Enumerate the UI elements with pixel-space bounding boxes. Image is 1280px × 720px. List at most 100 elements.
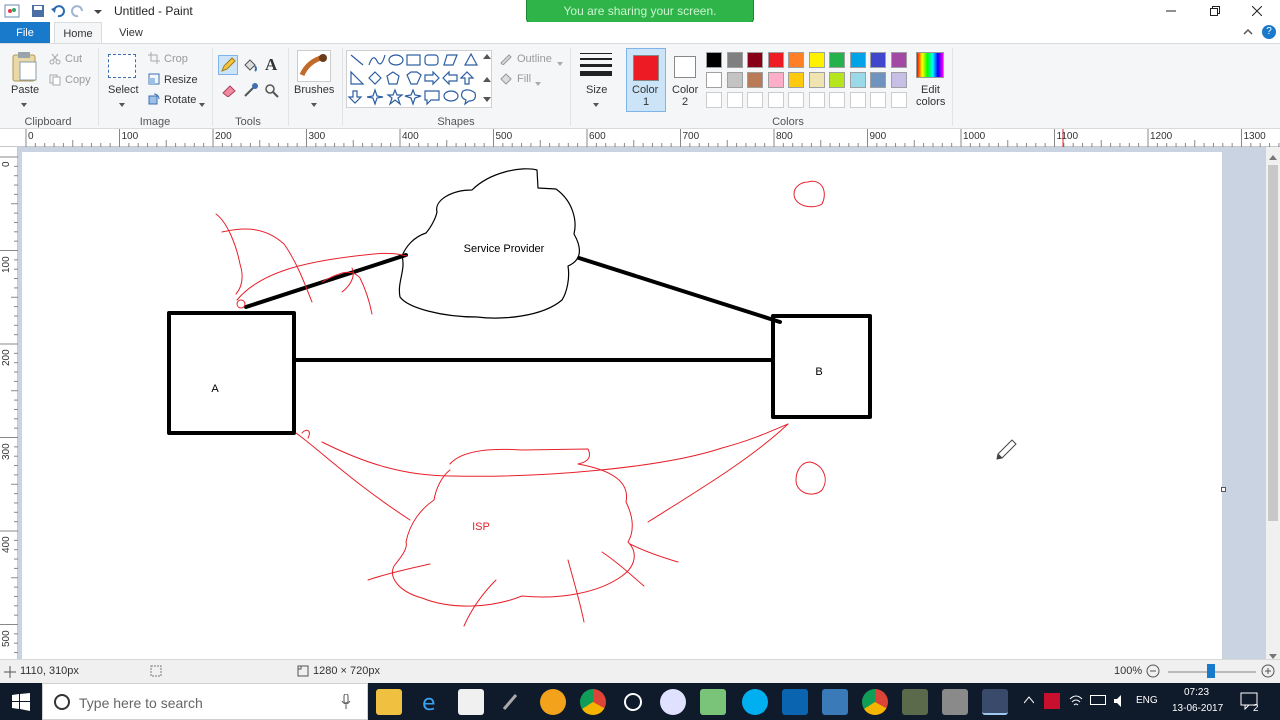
palette-swatch[interactable] bbox=[706, 52, 722, 68]
edit-colors-label-2[interactable]: colors bbox=[916, 96, 945, 108]
store-icon[interactable] bbox=[458, 689, 484, 715]
file-tab[interactable]: File bbox=[0, 22, 50, 44]
minimize-button[interactable] bbox=[1148, 0, 1194, 22]
fill-bucket-icon[interactable] bbox=[242, 57, 258, 76]
tray-chevron-icon[interactable] bbox=[1023, 695, 1035, 707]
battery-icon[interactable] bbox=[1090, 695, 1106, 705]
select-button[interactable]: Select bbox=[108, 84, 139, 96]
canvas-resize-handle[interactable] bbox=[1221, 487, 1226, 492]
palette-swatch[interactable] bbox=[767, 52, 784, 68]
color-picker-icon[interactable] bbox=[243, 82, 259, 101]
select-icon[interactable] bbox=[108, 54, 136, 78]
palette-custom-slot[interactable] bbox=[829, 92, 845, 108]
drawing-canvas[interactable]: Service Provider A B ISP bbox=[22, 152, 1222, 660]
palette-swatch[interactable] bbox=[747, 52, 763, 68]
zoom-in-button[interactable] bbox=[1261, 664, 1275, 681]
select-dropdown-icon[interactable] bbox=[119, 98, 125, 110]
chrome-icon[interactable] bbox=[580, 689, 606, 715]
brushes-icon[interactable] bbox=[297, 50, 331, 82]
outline-dropdown-icon[interactable] bbox=[557, 57, 563, 69]
palette-swatch[interactable] bbox=[726, 52, 743, 68]
taskbar-search-box[interactable]: Type here to search bbox=[42, 683, 368, 720]
zoom-out-button[interactable] bbox=[1146, 664, 1160, 681]
palette-custom-slot[interactable] bbox=[767, 92, 784, 108]
palette-swatch[interactable] bbox=[849, 72, 866, 88]
palette-swatch[interactable] bbox=[849, 52, 866, 68]
undo-icon[interactable] bbox=[50, 3, 66, 19]
paste-dropdown-icon[interactable] bbox=[21, 98, 27, 110]
clock-date[interactable]: 13-06-2017 bbox=[1172, 703, 1223, 714]
microphone-icon[interactable] bbox=[341, 693, 351, 713]
clock-time[interactable]: 07:23 bbox=[1184, 687, 1209, 698]
crop-button[interactable]: Crop bbox=[164, 53, 188, 65]
acrobat-tray-icon[interactable] bbox=[1044, 693, 1060, 709]
outlook-icon[interactable] bbox=[782, 689, 808, 715]
language-indicator[interactable]: ENG bbox=[1136, 695, 1158, 706]
palette-swatch[interactable] bbox=[829, 72, 845, 88]
itunes-icon[interactable] bbox=[660, 689, 686, 715]
edit-colors-label-1[interactable]: Edit bbox=[921, 84, 940, 96]
restore-button[interactable] bbox=[1192, 0, 1238, 22]
redo-icon[interactable] bbox=[70, 3, 86, 19]
palette-swatch[interactable] bbox=[726, 72, 743, 88]
volume-icon[interactable] bbox=[1112, 693, 1128, 712]
pencil-tool[interactable] bbox=[218, 55, 238, 75]
paint-taskbar-icon[interactable] bbox=[982, 689, 1008, 715]
palette-custom-slot[interactable] bbox=[849, 92, 866, 108]
puzzle-app-icon[interactable] bbox=[700, 689, 726, 715]
palette-swatch[interactable] bbox=[767, 72, 784, 88]
skype-icon[interactable] bbox=[742, 689, 768, 715]
paste-icon[interactable] bbox=[10, 52, 38, 85]
palette-swatch[interactable] bbox=[829, 52, 845, 68]
size-icon[interactable] bbox=[580, 52, 612, 79]
palette-swatch[interactable] bbox=[808, 52, 825, 68]
color2-swatch[interactable] bbox=[674, 56, 696, 78]
text-tool-icon[interactable]: A bbox=[265, 55, 277, 75]
sync-icon[interactable] bbox=[620, 689, 646, 715]
palette-custom-slot[interactable] bbox=[870, 92, 886, 108]
save-icon[interactable] bbox=[30, 3, 46, 19]
edit-colors-icon[interactable] bbox=[916, 52, 944, 78]
wifi-icon[interactable] bbox=[1068, 693, 1084, 712]
paste-button[interactable]: Paste bbox=[11, 84, 39, 96]
fill-button[interactable]: Fill bbox=[517, 73, 531, 85]
vertical-scrollbar[interactable] bbox=[1266, 147, 1280, 659]
eraser-icon[interactable] bbox=[221, 83, 237, 100]
outline-button[interactable]: Outline bbox=[517, 53, 552, 65]
brushes-dropdown-icon[interactable] bbox=[311, 98, 317, 110]
palette-custom-slot[interactable] bbox=[788, 92, 804, 108]
palette-swatch[interactable] bbox=[870, 72, 886, 88]
palette-custom-slot[interactable] bbox=[747, 92, 763, 108]
palette-swatch[interactable] bbox=[747, 72, 763, 88]
app-icon[interactable] bbox=[822, 689, 848, 715]
cut-button[interactable]: Cut bbox=[65, 53, 82, 65]
chrome-icon-2[interactable] bbox=[862, 689, 888, 715]
zoom-slider-thumb[interactable] bbox=[1207, 664, 1215, 678]
windows-start-icon[interactable] bbox=[12, 693, 30, 714]
app-icon-2[interactable] bbox=[902, 689, 928, 715]
palette-swatch[interactable] bbox=[870, 52, 886, 68]
file-explorer-icon[interactable] bbox=[376, 689, 402, 715]
tool-icon[interactable] bbox=[498, 689, 524, 715]
edge-browser-icon[interactable]: e bbox=[418, 689, 444, 716]
brushes-button[interactable]: Brushes bbox=[294, 84, 334, 96]
media-player-icon[interactable] bbox=[540, 689, 566, 715]
palette-swatch[interactable] bbox=[890, 72, 907, 88]
home-tab[interactable]: Home bbox=[54, 22, 102, 44]
palette-swatch[interactable] bbox=[808, 72, 825, 88]
size-button[interactable]: Size bbox=[586, 84, 607, 96]
screen-sharing-banner[interactable]: You are sharing your screen. bbox=[526, 0, 754, 23]
app-icon-3[interactable] bbox=[942, 689, 968, 715]
resize-button[interactable]: Resize bbox=[164, 74, 198, 86]
copy-button[interactable]: Copy bbox=[65, 74, 91, 86]
palette-swatch[interactable] bbox=[706, 72, 722, 88]
customize-quick-access-icon[interactable] bbox=[90, 3, 106, 19]
palette-swatch[interactable] bbox=[890, 52, 907, 68]
help-icon[interactable]: ? bbox=[1262, 25, 1276, 39]
rotate-dropdown-icon[interactable] bbox=[199, 98, 205, 110]
view-tab[interactable]: View bbox=[108, 22, 154, 44]
size-dropdown-icon[interactable] bbox=[593, 98, 599, 110]
palette-custom-slot[interactable] bbox=[890, 92, 907, 108]
palette-custom-slot[interactable] bbox=[706, 92, 722, 108]
palette-swatch[interactable] bbox=[788, 52, 804, 68]
